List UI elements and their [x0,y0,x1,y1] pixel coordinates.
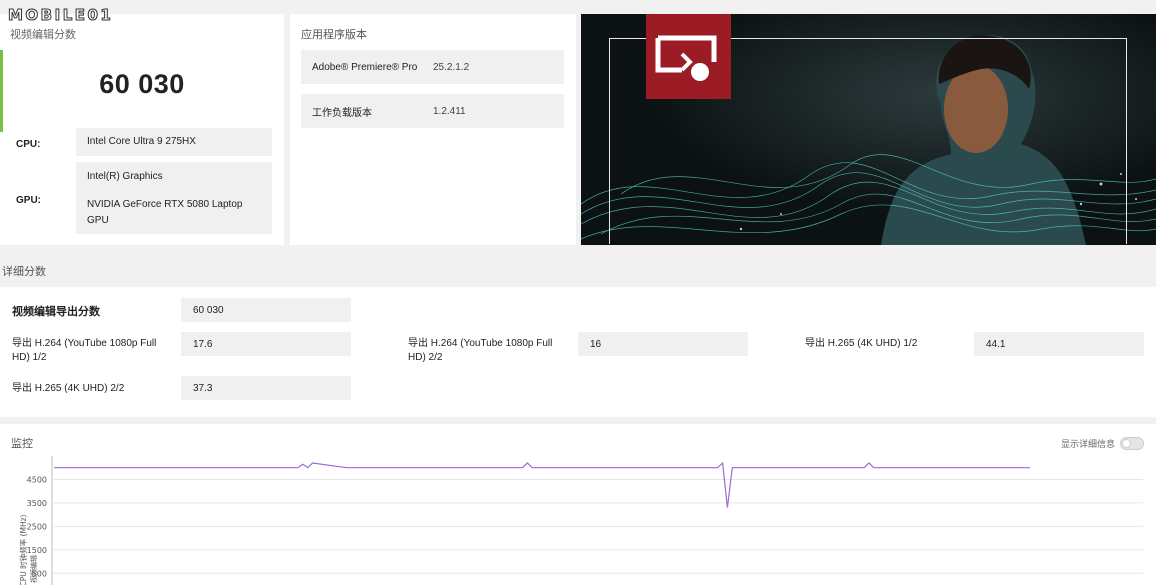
detail-item-label: 导出 H.265 (4K UHD) 2/2 [12,383,125,394]
detail-item-label: 导出 H.264 (YouTube 1080p Full HD) 2/2 [408,337,552,365]
monitor-card: 监控 显示详细信息 500 1500 2500 3500 4500 CPU 时钟频率 (M… [0,424,1156,585]
presentation-icon-glyph [655,35,717,81]
presentation-icon [646,14,731,99]
y-tick-label: 1500 [27,546,47,555]
overall-export-value: 60 030 [181,298,351,322]
detail-item-label-line: HD) 1/2 [12,352,47,363]
detail-item-value: 17.6 [181,332,351,356]
cpu-label: CPU: [16,139,41,150]
detail-item-label: 导出 H.265 (4K UHD) 1/2 [805,338,918,349]
cpu-value: Intel Core Ultra 9 275HX [76,128,272,156]
version-row-value: 1.2.411 [433,105,466,117]
score-title: 视频编辑分数 [10,28,76,41]
version-row-key: 工作负载版本 [312,107,372,119]
version-row: 工作负载版本 1.2.411 [301,94,564,128]
detail-item-value: 16 [578,332,748,356]
detail-item-value: 37.3 [181,376,351,400]
total-score: 60 030 [99,69,185,99]
detail-item-label-line: 导出 H.264 (YouTube 1080p Full [408,338,553,349]
version-row: Adobe® Premiere® Pro 25.2.1.2 [301,50,564,84]
gpu-label: GPU: [16,195,41,206]
gpu-value-line-3: GPU [87,215,109,226]
score-card: 视频编辑分数 60 030 CPU: Intel Core Ultra 9 27… [0,14,284,245]
y-tick-label: 3500 [27,499,47,508]
y-tick-label: 4500 [27,475,47,484]
gpu-value: Intel(R) Graphics NVIDIA GeForce RTX 508… [76,162,272,234]
gpu-value-line-1: Intel(R) Graphics [87,171,163,182]
y-axis-label: CPU 时钟频率 (MHz) [18,514,28,585]
detail-title: 详细分数 [2,265,46,278]
detail-item-label-line: HD) 2/2 [408,352,443,363]
watermark-text: MOBILE01 [7,6,114,25]
app-version-title: 应用程序版本 [301,28,367,41]
app-version-card: 应用程序版本 Adobe® Premiere® Pro 25.2.1.2 工作负… [290,14,576,245]
hero-image [581,14,1156,245]
detail-item-label: 导出 H.264 (YouTube 1080p Full HD) 1/2 [12,337,156,365]
overall-export-label: 视频编辑导出分数 [12,305,100,318]
y-tick-label: 2500 [27,522,47,531]
detail-card: 视频编辑导出分数 60 030 导出 H.264 (YouTube 1080p … [0,287,1156,417]
mobile01-watermark: MOBILE01 [7,6,114,25]
x-axis-label-fragment: 视频编辑 [29,555,38,583]
gpu-value-line-2: NVIDIA GeForce RTX 5080 Laptop [87,199,243,210]
cpu-clock-series-line [54,461,1030,508]
detail-item-label-line: 导出 H.264 (YouTube 1080p Full [12,338,157,349]
version-row-value: 25.2.1.2 [433,61,470,73]
version-row-key: Adobe® Premiere® Pro [312,61,418,73]
detail-item-value: 44.1 [974,332,1144,356]
cpu-clock-chart: 5001500250035004500CPU 时钟频率 (MHz) 视频编辑 [18,456,1143,585]
